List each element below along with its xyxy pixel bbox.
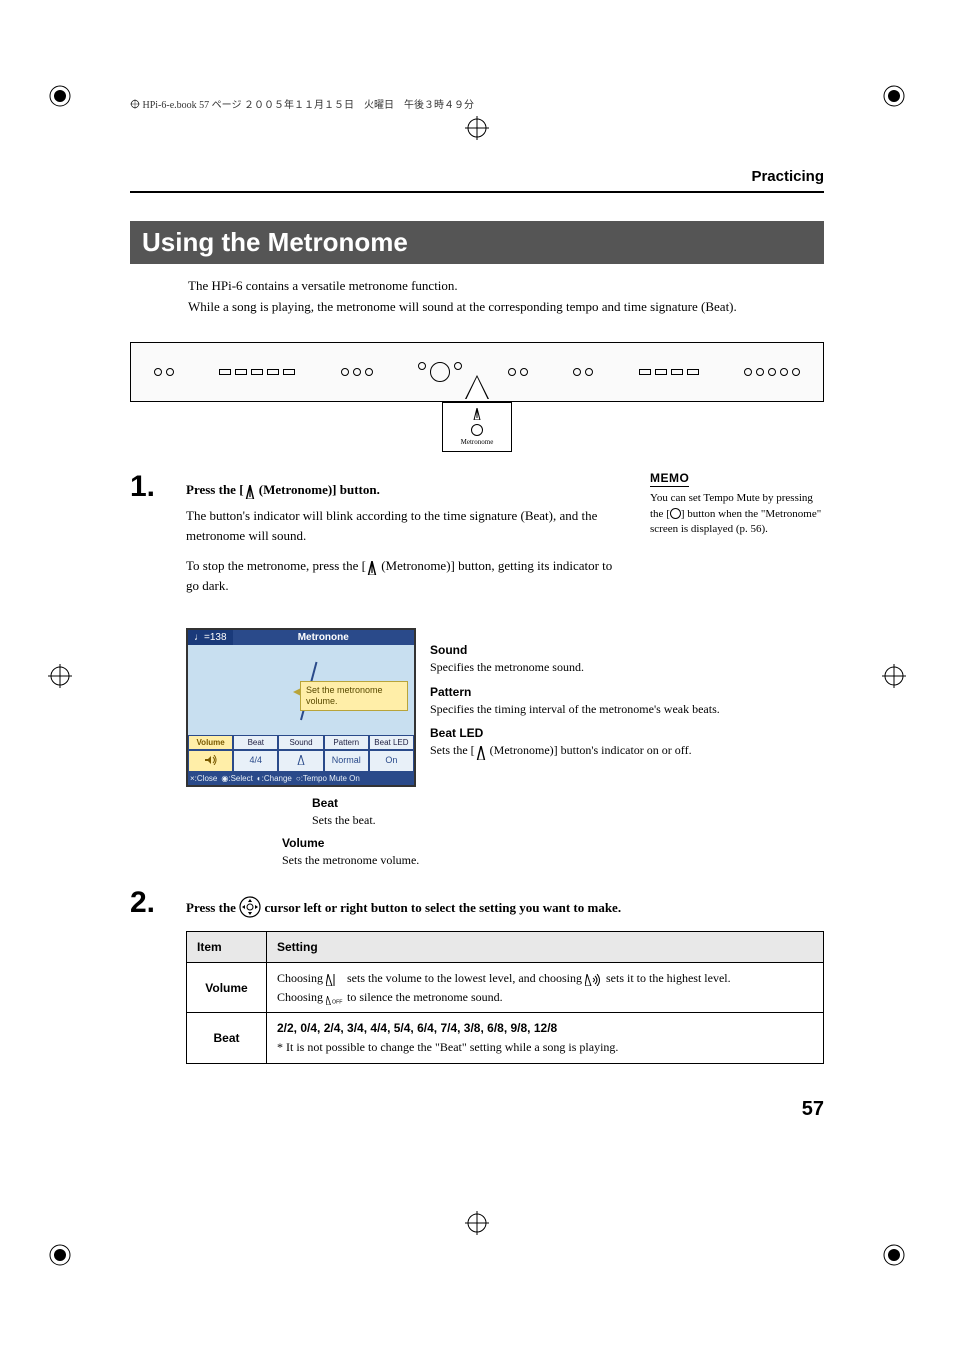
desc-body: Specifies the timing interval of the met… xyxy=(430,701,824,718)
page-number: 57 xyxy=(802,1098,824,1121)
breadcrumb: Practicing xyxy=(130,168,824,185)
register-mark-small-icon xyxy=(130,99,140,109)
print-header: HPi-6-e.book 57 ページ ２００５年１１月１５日 火曜日 午後３時… xyxy=(130,96,474,111)
metronome-icon xyxy=(366,561,378,573)
memo-box: MEMO You can set Tempo Mute by pressing … xyxy=(650,470,824,615)
text: Choosing xyxy=(277,990,326,1004)
lcd-title: Metronone xyxy=(233,630,414,645)
table-row: Beat 2/2, 0/4, 2/4, 3/4, 4/4, 5/4, 6/4, … xyxy=(187,1013,824,1063)
volume-max-icon xyxy=(585,973,603,985)
lcd-tooltip: Set the metronome volume. xyxy=(300,681,408,711)
sound-icon xyxy=(296,755,306,765)
text: Choosing xyxy=(277,971,326,985)
text: Sets the [ xyxy=(430,743,475,757)
text: sets the volume to the lowest level, and… xyxy=(344,971,585,985)
svg-text:OFF: OFF xyxy=(332,1000,343,1006)
text: * It is not possible to change the "Beat… xyxy=(277,1040,618,1054)
memo-text: You can set Tempo Mute by pressing the [… xyxy=(650,491,824,537)
table-header-row: Item Setting xyxy=(187,931,824,963)
desc-title: Sound xyxy=(430,642,824,659)
register-mark-icon xyxy=(465,116,489,140)
intro-line: The HPi-6 contains a versatile metronome… xyxy=(188,276,824,297)
section-title: Using the Metronome xyxy=(130,221,824,264)
table-cell-setting: 2/2, 0/4, 2/4, 3/4, 4/4, 5/4, 6/4, 7/4, … xyxy=(267,1013,824,1063)
register-mark-icon xyxy=(465,1211,489,1235)
text: Press the xyxy=(186,900,239,915)
crop-mark-icon xyxy=(882,1243,906,1267)
text: (Metronome)] button. xyxy=(256,482,380,497)
divider xyxy=(130,191,824,193)
lcd-footer-select: ◉:Select xyxy=(221,774,252,783)
label-body: Sets the beat. xyxy=(312,813,376,827)
volume-min-icon xyxy=(326,973,344,985)
memo-label: MEMO xyxy=(650,470,689,488)
desc-title: Beat LED xyxy=(430,725,824,742)
table-cell-setting: Choosing sets the volume to the lowest l… xyxy=(267,963,824,1013)
table-cell-item: Beat xyxy=(187,1013,267,1063)
circle-button-icon xyxy=(670,508,681,519)
lcd-tab-beat: Beat xyxy=(233,735,278,750)
label-body: Sets the metronome volume. xyxy=(282,853,419,867)
crop-mark-icon xyxy=(48,84,72,108)
text: cursor left or right button to select th… xyxy=(261,900,621,915)
crop-mark-icon xyxy=(882,84,906,108)
lcd-val-volume xyxy=(188,750,233,772)
desc-title: Pattern xyxy=(430,684,824,701)
step-body-text: The button's indicator will blink accord… xyxy=(186,506,622,546)
intro-line: While a song is playing, the metronome w… xyxy=(188,297,824,318)
step-title: Press the cursor left or right button to… xyxy=(186,896,824,918)
lcd-val-beat: 4/4 xyxy=(233,750,278,772)
table-header: Setting xyxy=(267,931,824,963)
lcd-footer-mute: ○:Tempo Mute On xyxy=(296,774,360,783)
crop-mark-icon xyxy=(48,1243,72,1267)
lcd-tab-volume: Volume xyxy=(188,735,233,750)
lcd-tab-beatled: Beat LED xyxy=(369,735,414,750)
metronome-callout: Metronome xyxy=(442,402,512,452)
lcd-footer-change: ◐:Change xyxy=(257,774,292,783)
table-header: Item xyxy=(187,931,267,963)
lcd-footer-close: ×:Close xyxy=(190,774,217,783)
lcd-screenshot: ♩=138 Metronone Set the metronome volume… xyxy=(186,628,416,787)
step-number: 1. xyxy=(130,470,168,597)
under-labels: Beat Sets the beat. Volume Sets the metr… xyxy=(242,795,824,868)
desc-body: Sets the [ (Metronome)] button's indicat… xyxy=(430,742,824,759)
cursor-dial-icon xyxy=(239,896,261,918)
label-title: Beat xyxy=(312,796,338,810)
volume-off-icon: OFF xyxy=(326,992,344,1004)
table-row: Volume Choosing sets the volume to the l… xyxy=(187,963,824,1013)
text: (Metronome)] button's indicator on or of… xyxy=(487,743,692,757)
table-cell-item: Volume xyxy=(187,963,267,1013)
lcd-val-sound xyxy=(278,750,323,772)
lcd-tab-pattern: Pattern xyxy=(324,735,369,750)
register-mark-icon xyxy=(882,664,906,688)
callout-label: Metronome xyxy=(461,438,494,446)
intro-text: The HPi-6 contains a versatile metronome… xyxy=(188,276,824,318)
lcd-tab-sound: Sound xyxy=(278,735,323,750)
lcd-tempo: ♩=138 xyxy=(188,630,233,645)
label-title: Volume xyxy=(282,836,324,850)
register-mark-icon xyxy=(48,664,72,688)
description-list: Sound Specifies the metronome sound. Pat… xyxy=(430,628,824,761)
print-header-text: HPi-6-e.book 57 ページ ２００５年１１月１５日 火曜日 午後３時… xyxy=(143,100,474,111)
volume-max-icon xyxy=(204,755,218,765)
step-number: 2. xyxy=(130,886,168,1063)
text: 2/2, 0/4, 2/4, 3/4, 4/4, 5/4, 6/4, 7/4, … xyxy=(277,1021,557,1035)
step-title: Press the [ (Metronome)] button. xyxy=(186,480,622,500)
lcd-val-pattern: Normal xyxy=(324,750,369,772)
text: to silence the metronome sound. xyxy=(344,990,503,1004)
metronome-icon xyxy=(244,485,256,497)
lcd-val-beatled: On xyxy=(369,750,414,772)
text: sets it to the highest level. xyxy=(603,971,731,985)
text: To stop the metronome, press the [ xyxy=(186,558,366,573)
step-body-text: To stop the metronome, press the [ (Metr… xyxy=(186,556,622,596)
settings-table: Item Setting Volume Choosing sets the vo… xyxy=(186,931,824,1064)
metronome-icon xyxy=(472,408,482,422)
metronome-icon xyxy=(475,746,487,758)
text: Press the [ xyxy=(186,482,244,497)
desc-body: Specifies the metronome sound. xyxy=(430,659,824,676)
